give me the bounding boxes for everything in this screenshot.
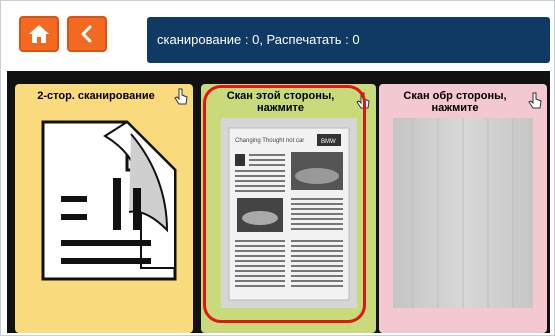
blank-scan-image xyxy=(393,118,533,308)
status-text: сканирование : 0, Распечатать : 0 xyxy=(157,32,360,47)
scan-back-title: Скан обр стороны, нажмите xyxy=(403,90,507,114)
scanner-window: сканирование : 0, Распечатать : 0 2-стор… xyxy=(0,0,555,336)
home-icon xyxy=(29,25,49,43)
two-sided-document-icon xyxy=(41,120,177,281)
preview-headline: Changing Thought not car xyxy=(235,138,304,144)
status-bar: сканирование : 0, Распечатать : 0 xyxy=(147,17,550,63)
chevron-left-icon xyxy=(81,25,92,43)
duplex-scan-title: 2-стор. сканирование xyxy=(37,90,155,102)
scan-front-side-panel[interactable]: Скан этой стороны, нажмите Changing Thou… xyxy=(201,84,376,333)
home-button[interactable] xyxy=(19,16,59,52)
scan-options-area: 2-стор. сканирование Скан этой стороны, … xyxy=(7,71,550,333)
scan-back-side-panel[interactable]: Скан обр стороны, нажмите xyxy=(379,84,547,333)
hand-pointer-icon xyxy=(528,92,542,109)
hand-pointer-icon xyxy=(356,92,370,109)
duplex-scan-panel[interactable]: 2-стор. сканирование xyxy=(15,84,193,333)
scanned-page-image: Changing Thought not car BMW xyxy=(228,127,350,301)
top-toolbar: сканирование : 0, Распечатать : 0 xyxy=(7,9,550,63)
back-button[interactable] xyxy=(67,16,107,52)
scan-front-title: Скан этой стороны, нажмите xyxy=(226,90,335,114)
front-side-preview: Changing Thought not car BMW xyxy=(221,118,357,308)
hand-pointer-icon xyxy=(174,88,188,105)
back-side-preview xyxy=(393,118,533,308)
preview-badge: BMW xyxy=(321,139,336,145)
